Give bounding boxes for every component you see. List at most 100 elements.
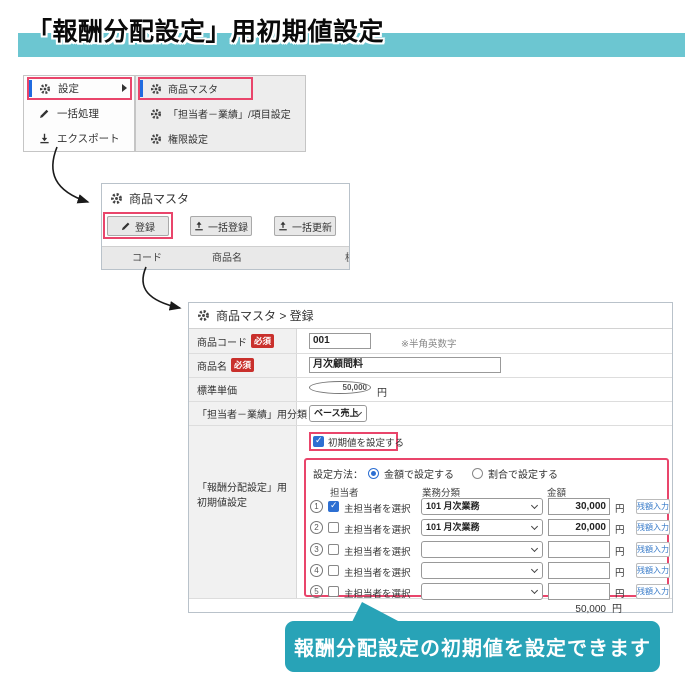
amount-input[interactable] xyxy=(548,583,610,600)
table-header-row: コード 商品名 標準単価 xyxy=(102,246,349,270)
form-title-bar: 商品マスタ > 登録 xyxy=(189,303,672,329)
bulk-register-button[interactable]: 一括登録 xyxy=(190,216,252,236)
work-category-select[interactable]: 101 月次業務 xyxy=(421,498,543,515)
remaining-amount-button[interactable]: 残額入力 xyxy=(636,520,670,535)
menu-item-batch[interactable]: 一括処理 xyxy=(24,101,134,126)
menu-item-settings[interactable]: 設定 xyxy=(24,76,134,101)
distribution-settings-box: 設定方法： 金額で設定する 割合で設定する 担当者 業務分類 金額 1 主担当者… xyxy=(304,458,669,597)
method-selector: 設定方法： 金額で設定する 割合で設定する xyxy=(313,466,558,481)
gear-icon xyxy=(150,108,162,120)
main-person-checkbox[interactable] xyxy=(328,501,339,512)
unit-label: 円 xyxy=(615,522,625,536)
person-label: 主担当者を選択 xyxy=(344,586,411,600)
main-person-checkbox[interactable] xyxy=(328,586,339,597)
flow-arrow-panel-to-form xyxy=(143,267,180,308)
flow-arrow-menu-to-panel xyxy=(53,147,88,202)
download-icon xyxy=(39,133,50,144)
product-master-panel: 商品マスタ 登録 一括登録 一括更新 コード 商品名 標準単価 xyxy=(101,183,350,270)
field-label-name: 商品名必須 xyxy=(197,353,254,377)
amount-input[interactable]: 20,000 xyxy=(548,519,610,536)
row-number: 4 xyxy=(310,564,323,577)
chevron-down-icon xyxy=(531,502,538,509)
panel-header: 商品マスタ xyxy=(102,184,349,207)
gear-icon xyxy=(150,133,162,145)
input-note: ※半角英数字 xyxy=(401,336,456,350)
column-header: 標準単価 xyxy=(345,247,350,270)
amount-input[interactable] xyxy=(548,541,610,558)
work-category-select[interactable] xyxy=(421,583,543,600)
column-header-category: 業務分類 xyxy=(422,485,460,499)
row-number: 5 xyxy=(310,585,323,598)
person-label: 主担当者を選択 xyxy=(344,565,411,579)
dist-row-5: 5 主担当者を選択 円 残額入力 xyxy=(306,583,667,601)
column-header: 商品名 xyxy=(212,247,242,270)
column-header-person: 担当者 xyxy=(330,485,359,499)
settings-menu: 設定 一括処理 エクスポート xyxy=(23,75,135,152)
product-name-input[interactable]: 月次顧問料 xyxy=(309,357,501,373)
unit-label: 円 xyxy=(615,565,625,579)
page-title: 「報酬分配設定」用初期値設定 xyxy=(27,12,384,48)
menu-item-label: エクスポート xyxy=(57,131,120,146)
amount-input[interactable]: 30,000 xyxy=(548,498,610,515)
chevron-down-icon xyxy=(531,566,538,573)
menu-item-label: 設定 xyxy=(58,81,79,96)
unit-price-input[interactable]: 50,000 xyxy=(309,381,371,394)
field-label-code: 商品コード必須 xyxy=(197,329,274,353)
remaining-amount-button[interactable]: 残額入力 xyxy=(636,563,670,578)
remaining-amount-button[interactable]: 残額入力 xyxy=(636,542,670,557)
chevron-down-icon xyxy=(531,587,538,594)
field-label-category: 「担当者－業績」用分類 xyxy=(197,401,307,425)
submenu-item-product-master[interactable]: 商品マスタ xyxy=(136,76,305,101)
panel-title: 商品マスタ xyxy=(129,190,189,207)
unit-label: 円 xyxy=(377,384,387,399)
checkbox-icon[interactable] xyxy=(313,436,324,447)
work-category-select[interactable]: 101 月次業務 xyxy=(421,519,543,536)
register-button[interactable]: 登録 xyxy=(107,216,169,236)
settings-submenu: 商品マスタ 「担当者－業績」/項目設定 権限設定 xyxy=(135,75,306,152)
remaining-amount-button[interactable]: 残額入力 xyxy=(636,584,670,599)
gear-icon xyxy=(197,309,210,322)
enable-defaults-checkbox[interactable]: 初期値を設定する xyxy=(309,432,398,451)
upload-icon xyxy=(194,221,204,231)
dist-row-4: 4 主担当者を選択 円 残額入力 xyxy=(306,562,667,580)
gear-icon xyxy=(110,192,123,205)
work-category-select[interactable] xyxy=(421,562,543,579)
total-amount: 50,000円 xyxy=(575,600,622,615)
category-select[interactable]: ベース売上 xyxy=(309,405,367,422)
menu-item-label: 一括処理 xyxy=(57,106,99,121)
main-person-checkbox[interactable] xyxy=(328,522,339,533)
radio-amount[interactable] xyxy=(368,468,379,479)
callout-text: 報酬分配設定の初期値を設定できます xyxy=(294,632,651,661)
work-category-select[interactable] xyxy=(421,541,543,558)
unit-label: 円 xyxy=(615,501,625,515)
field-label-distribution: 「報酬分配設定」用 初期値設定 xyxy=(197,481,287,511)
main-person-checkbox[interactable] xyxy=(328,544,339,555)
column-header: コード xyxy=(132,247,162,270)
gear-icon xyxy=(39,83,51,95)
remaining-amount-button[interactable]: 残額入力 xyxy=(636,499,670,514)
product-register-form: 商品マスタ > 登録 商品コード必須 001 ※半角英数字 商品名必須 月次顧問… xyxy=(188,302,673,613)
submenu-arrow-icon xyxy=(122,84,127,92)
bulk-update-button[interactable]: 一括更新 xyxy=(274,216,336,236)
menu-item-export[interactable]: エクスポート xyxy=(24,126,134,151)
column-header-amount: 金額 xyxy=(547,485,566,499)
main-person-checkbox[interactable] xyxy=(328,565,339,576)
submenu-item-person-settings[interactable]: 「担当者－業績」/項目設定 xyxy=(136,101,305,126)
chevron-down-icon xyxy=(531,523,538,530)
selection-bar xyxy=(140,80,143,97)
dist-row-1: 1 主担当者を選択 101 月次業務 30,000 円 残額入力 xyxy=(306,498,667,516)
amount-input[interactable] xyxy=(548,562,610,579)
submenu-item-label: 権限設定 xyxy=(168,131,208,146)
row-number: 3 xyxy=(310,543,323,556)
person-label: 主担当者を選択 xyxy=(344,544,411,558)
radio-ratio[interactable] xyxy=(472,468,483,479)
pencil-icon xyxy=(121,221,131,231)
required-badge: 必須 xyxy=(231,358,254,372)
submenu-item-permissions[interactable]: 権限設定 xyxy=(136,126,305,151)
dist-row-3: 3 主担当者を選択 円 残額入力 xyxy=(306,541,667,559)
product-code-input[interactable]: 001 xyxy=(309,333,371,349)
selection-bar xyxy=(29,80,32,97)
field-label-price: 標準単価 xyxy=(197,377,237,401)
person-label: 主担当者を選択 xyxy=(344,522,411,536)
submenu-item-label: 「担当者－業績」/項目設定 xyxy=(168,106,291,121)
